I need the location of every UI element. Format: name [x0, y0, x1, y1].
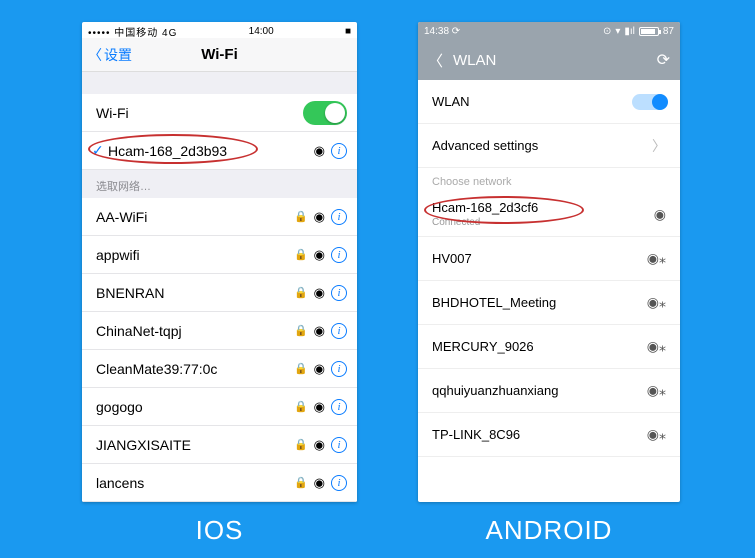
network-name: MERCURY_9026 [432, 339, 647, 354]
network-row[interactable]: HV007◉⁎ [418, 237, 680, 281]
network-row[interactable]: ChinaNet-tqpj🔒 ◉ i [82, 312, 357, 350]
android-phone: 14:38 ⟳ ⊙ ▾ ▮ıl 87 〈 WLAN ⟳ WLAN Advance… [418, 22, 680, 502]
wifi-icon: ◉ [314, 247, 325, 263]
refresh-icon[interactable]: ⟳ [657, 50, 670, 70]
network-name: ChinaNet-tqpj [96, 323, 294, 339]
signal-icon: ▮ıl [624, 26, 635, 37]
ios-caption: IOS [82, 515, 357, 546]
connected-network-name: Hcam-168_2d3cf6 [432, 200, 538, 215]
network-row[interactable]: AA-WiFi🔒 ◉ i [82, 198, 357, 236]
connected-network-name: Hcam-168_2d3b93 [108, 143, 314, 159]
network-name: lancens [96, 475, 294, 491]
network-name: AA-WiFi [96, 209, 294, 225]
network-name: CleanMate39:77:0c [96, 361, 294, 377]
lock-icon: 🔒 [294, 400, 308, 413]
wifi-icon: ◉ [654, 206, 666, 223]
info-icon[interactable]: i [331, 323, 347, 339]
lock-icon: 🔒 [294, 286, 308, 299]
connected-network-row[interactable]: ✓ Hcam-168_2d3b93 ◉ i [82, 132, 357, 170]
ios-status-bar: ••••• 中国移动 4G 14:00 ■ [82, 22, 357, 38]
carrier-label: ••••• 中国移动 4G [88, 24, 177, 39]
network-row[interactable]: CleanMate39:77:0c🔒 ◉ i [82, 350, 357, 388]
network-name: HV007 [432, 251, 647, 266]
nav-title: Wi-Fi [82, 46, 357, 63]
wifi-icon: ◉ [314, 399, 325, 415]
advanced-settings-row[interactable]: Advanced settings 〉 [418, 124, 680, 168]
wifi-icon: ◉⁎ [647, 426, 666, 443]
choose-network-header: 选取网络… [82, 170, 357, 198]
info-icon[interactable]: i [331, 475, 347, 491]
network-name: appwifi [96, 247, 294, 263]
alarm-icon: ⊙ [603, 26, 611, 37]
network-name: BNENRAN [96, 285, 294, 301]
network-name: gogogo [96, 399, 294, 415]
wifi-icon: ◉ [314, 209, 325, 225]
info-icon[interactable]: i [331, 143, 347, 159]
network-name: JIANGXISAITE [96, 437, 294, 453]
lock-icon: 🔒 [294, 476, 308, 489]
info-icon[interactable]: i [331, 437, 347, 453]
info-icon[interactable]: i [331, 247, 347, 263]
wlan-toggle-row[interactable]: WLAN [418, 80, 680, 124]
wifi-toggle-label: Wi-Fi [96, 105, 303, 121]
network-row[interactable]: lancens🔒 ◉ i [82, 464, 357, 502]
connected-status: Connected [432, 217, 654, 228]
info-icon[interactable]: i [331, 285, 347, 301]
chevron-right-icon: 〉 [652, 136, 666, 156]
lock-icon: 🔒 [294, 438, 308, 451]
checkmark-icon: ✓ [92, 142, 108, 159]
wifi-icon: ◉ [314, 361, 325, 377]
advanced-label: Advanced settings [432, 138, 652, 153]
back-button[interactable]: 〈 [428, 50, 443, 71]
network-row[interactable]: appwifi🔒 ◉ i [82, 236, 357, 274]
wifi-icon: ▾ [615, 26, 620, 37]
network-row[interactable]: BNENRAN🔒 ◉ i [82, 274, 357, 312]
lock-icon: 🔒 [294, 362, 308, 375]
lock-icon: 🔒 [294, 324, 308, 337]
battery-icon: ■ [345, 26, 351, 37]
status-time: 14:38 ⟳ [424, 26, 460, 37]
status-time: 14:00 [249, 26, 274, 37]
network-name: qqhuiyuanzhuanxiang [432, 383, 647, 398]
ios-phone: ••••• 中国移动 4G 14:00 ■ 〈 设置 Wi-Fi Wi-Fi ✓… [82, 22, 357, 502]
connected-network-row[interactable]: Hcam-168_2d3cf6 Connected ◉ [418, 192, 680, 237]
ios-nav-bar: 〈 设置 Wi-Fi [82, 38, 357, 72]
battery-level: 87 [663, 26, 674, 37]
info-icon[interactable]: i [331, 399, 347, 415]
wifi-icon: ◉ [314, 143, 325, 159]
network-row[interactable]: JIANGXISAITE🔒 ◉ i [82, 426, 357, 464]
battery-icon [639, 27, 659, 36]
lock-icon: 🔒 [294, 210, 308, 223]
network-row[interactable]: qqhuiyuanzhuanxiang◉⁎ [418, 369, 680, 413]
lock-icon: 🔒 [294, 248, 308, 261]
wifi-icon: ◉⁎ [647, 250, 666, 267]
wifi-toggle-row[interactable]: Wi-Fi [82, 94, 357, 132]
status-right: ⊙ ▾ ▮ıl 87 [603, 26, 674, 37]
wifi-icon: ◉ [314, 323, 325, 339]
network-row[interactable]: gogogo🔒 ◉ i [82, 388, 357, 426]
choose-network-header: Choose network [418, 168, 680, 192]
android-caption: ANDROID [418, 515, 680, 546]
wifi-icon: ◉⁎ [647, 382, 666, 399]
wifi-icon: ◉ [314, 475, 325, 491]
network-row[interactable]: MERCURY_9026◉⁎ [418, 325, 680, 369]
wifi-icon: ◉ [314, 437, 325, 453]
wifi-icon: ◉ [314, 285, 325, 301]
android-nav-bar: 〈 WLAN ⟳ [418, 40, 680, 80]
wifi-toggle[interactable] [303, 101, 347, 125]
wifi-icon: ◉⁎ [647, 294, 666, 311]
android-status-bar: 14:38 ⟳ ⊙ ▾ ▮ıl 87 [418, 22, 680, 40]
section-gap [82, 72, 357, 94]
wlan-label: WLAN [432, 94, 632, 109]
network-name: TP-LINK_8C96 [432, 427, 647, 442]
nav-title: WLAN [453, 52, 647, 69]
network-name: BHDHOTEL_Meeting [432, 295, 647, 310]
network-row[interactable]: BHDHOTEL_Meeting◉⁎ [418, 281, 680, 325]
info-icon[interactable]: i [331, 361, 347, 377]
wifi-icon: ◉⁎ [647, 338, 666, 355]
network-row[interactable]: TP-LINK_8C96◉⁎ [418, 413, 680, 457]
wlan-toggle[interactable] [632, 94, 666, 110]
info-icon[interactable]: i [331, 209, 347, 225]
